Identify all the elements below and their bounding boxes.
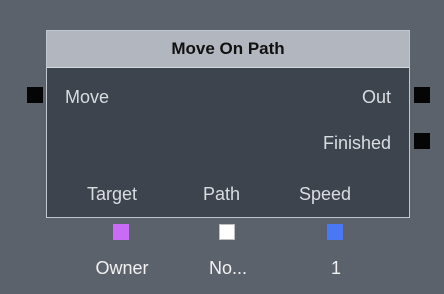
out-output-label: Out	[361, 87, 391, 107]
node-header[interactable]: Move On Path	[47, 31, 409, 68]
target-variable-pin[interactable]	[113, 224, 129, 240]
path-variable-pin[interactable]	[219, 224, 235, 240]
node-title: Move On Path	[171, 39, 285, 58]
target-variable-value[interactable]: Owner	[86, 258, 158, 278]
speed-variable-value[interactable]: 1	[300, 258, 372, 278]
speed-variable-label: Speed	[299, 184, 352, 204]
path-variable-value[interactable]: No...	[192, 258, 264, 278]
out-output-pin[interactable]	[414, 87, 430, 103]
path-variable-label: Path	[203, 184, 241, 204]
move-input-pin[interactable]	[27, 87, 43, 103]
finished-output-pin[interactable]	[414, 133, 430, 149]
finished-output-label: Finished	[322, 133, 391, 153]
move-on-path-node[interactable]: Move On Path Move Out Finished Target Pa…	[46, 30, 410, 218]
move-input-label: Move	[65, 87, 110, 107]
speed-variable-pin[interactable]	[327, 224, 343, 240]
graph-canvas[interactable]: Move On Path Move Out Finished Target Pa…	[0, 0, 444, 294]
target-variable-label: Target	[87, 184, 138, 204]
